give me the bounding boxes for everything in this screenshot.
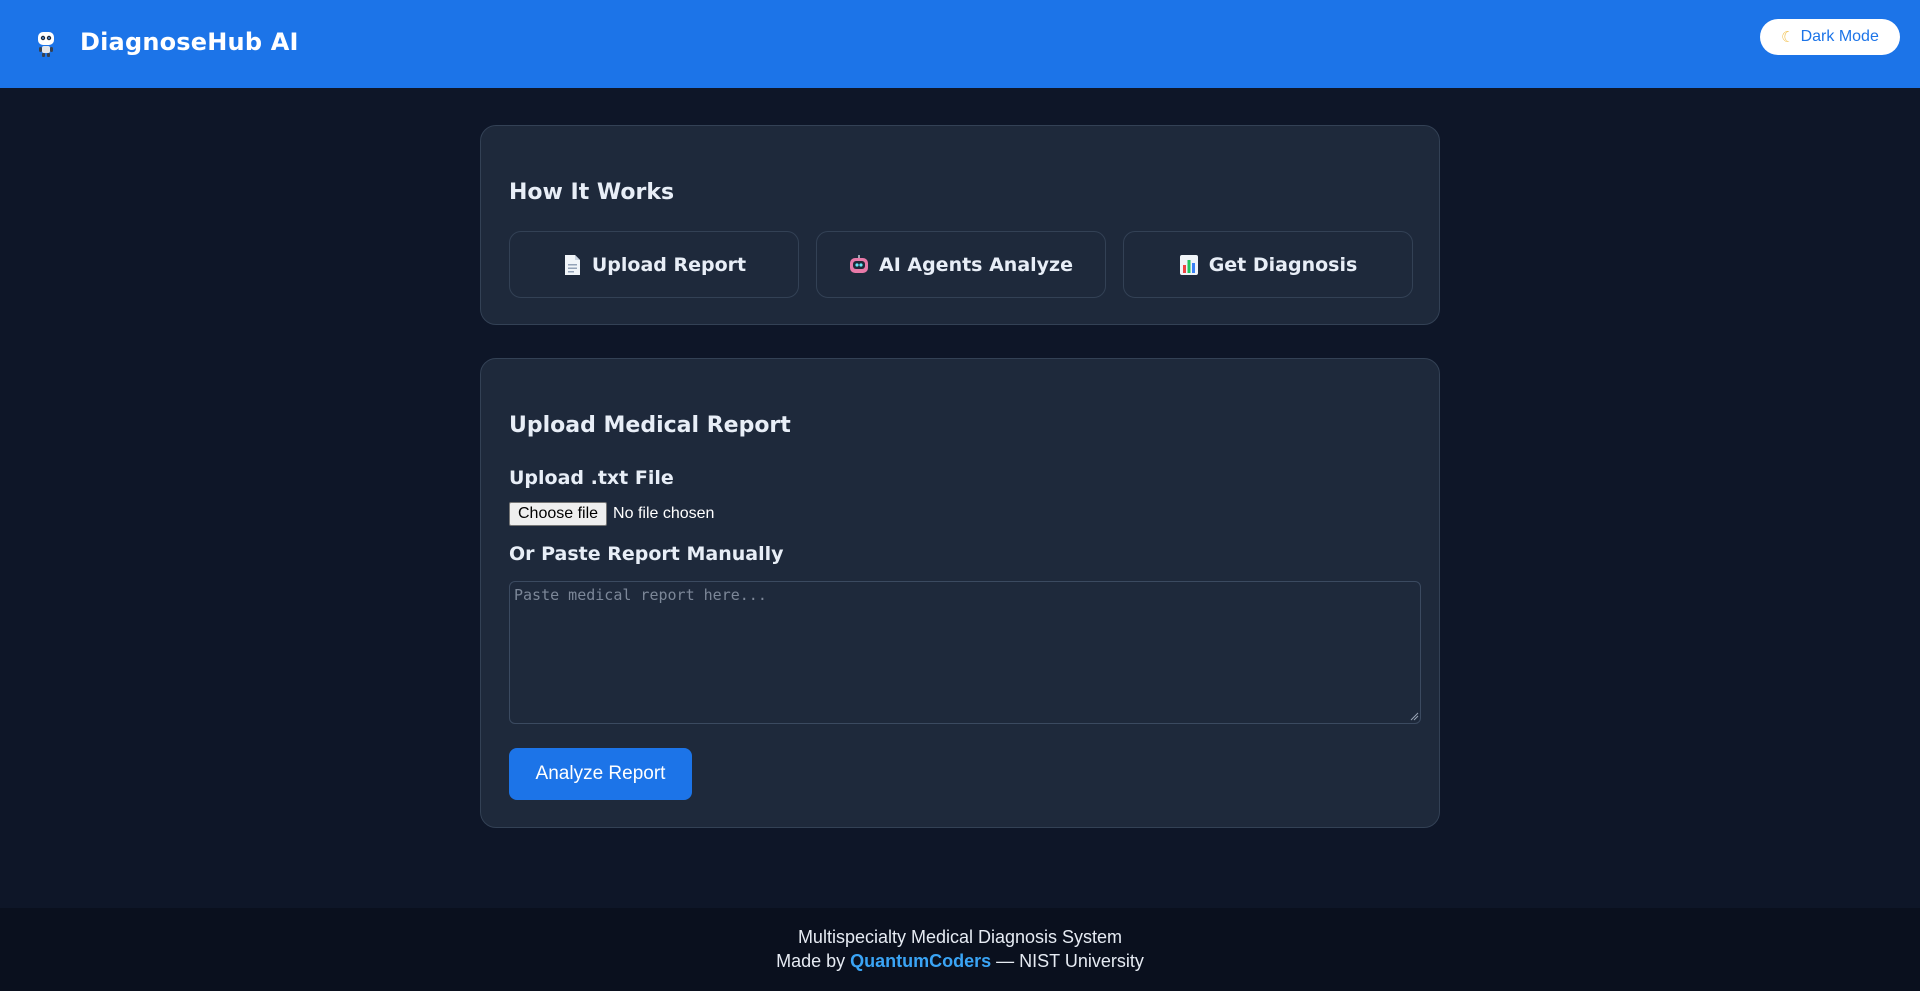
app-footer: Multispecialty Medical Diagnosis System … [0, 908, 1920, 991]
step-get-diagnosis: Get Diagnosis [1123, 231, 1413, 298]
upload-title: Upload Medical Report [509, 413, 791, 438]
quantumcoders-link[interactable]: QuantumCoders [850, 951, 991, 971]
paste-report-label: Or Paste Report Manually [509, 543, 784, 565]
app-header: DiagnoseHub AI ☾ Dark Mode [0, 0, 1920, 88]
step-upload-report: Upload Report [509, 231, 799, 298]
step-label: AI Agents Analyze [878, 253, 1073, 276]
made-by-text: Made by [776, 951, 851, 971]
resize-handle-icon[interactable] [1409, 711, 1419, 721]
bar-chart-icon [1179, 254, 1198, 275]
choose-file-button[interactable]: Choose file [509, 502, 608, 526]
upload-report-card: Upload Medical Report Upload .txt File C… [480, 358, 1440, 828]
dark-mode-toggle[interactable]: ☾ Dark Mode [1760, 19, 1900, 55]
robot-icon [38, 32, 54, 57]
app-title: DiagnoseHub AI [80, 28, 299, 56]
step-label: Upload Report [591, 253, 747, 276]
document-icon [564, 254, 580, 275]
university-text: — NIST University [991, 951, 1144, 971]
footer-tagline: Multispecialty Medical Diagnosis System [797, 927, 1123, 947]
footer-credits: Made by QuantumCoders — NIST University [0, 951, 1920, 972]
dark-mode-label: Dark Mode [1800, 28, 1879, 45]
how-it-works-title: How It Works [509, 180, 675, 205]
upload-file-label: Upload .txt File [509, 467, 674, 489]
analyze-report-button[interactable]: Analyze Report [509, 748, 692, 800]
report-textarea[interactable] [509, 581, 1421, 724]
step-ai-agents-analyze: AI Agents Analyze [816, 231, 1106, 298]
file-input: Choose file No file chosen [509, 502, 714, 526]
file-status: No file chosen [613, 505, 715, 522]
robot-icon [849, 254, 868, 273]
moon-icon: ☾ [1781, 29, 1795, 46]
how-it-works-card: How It Works Upload Report AI Agents Ana… [480, 125, 1440, 325]
step-label: Get Diagnosis [1208, 253, 1358, 276]
